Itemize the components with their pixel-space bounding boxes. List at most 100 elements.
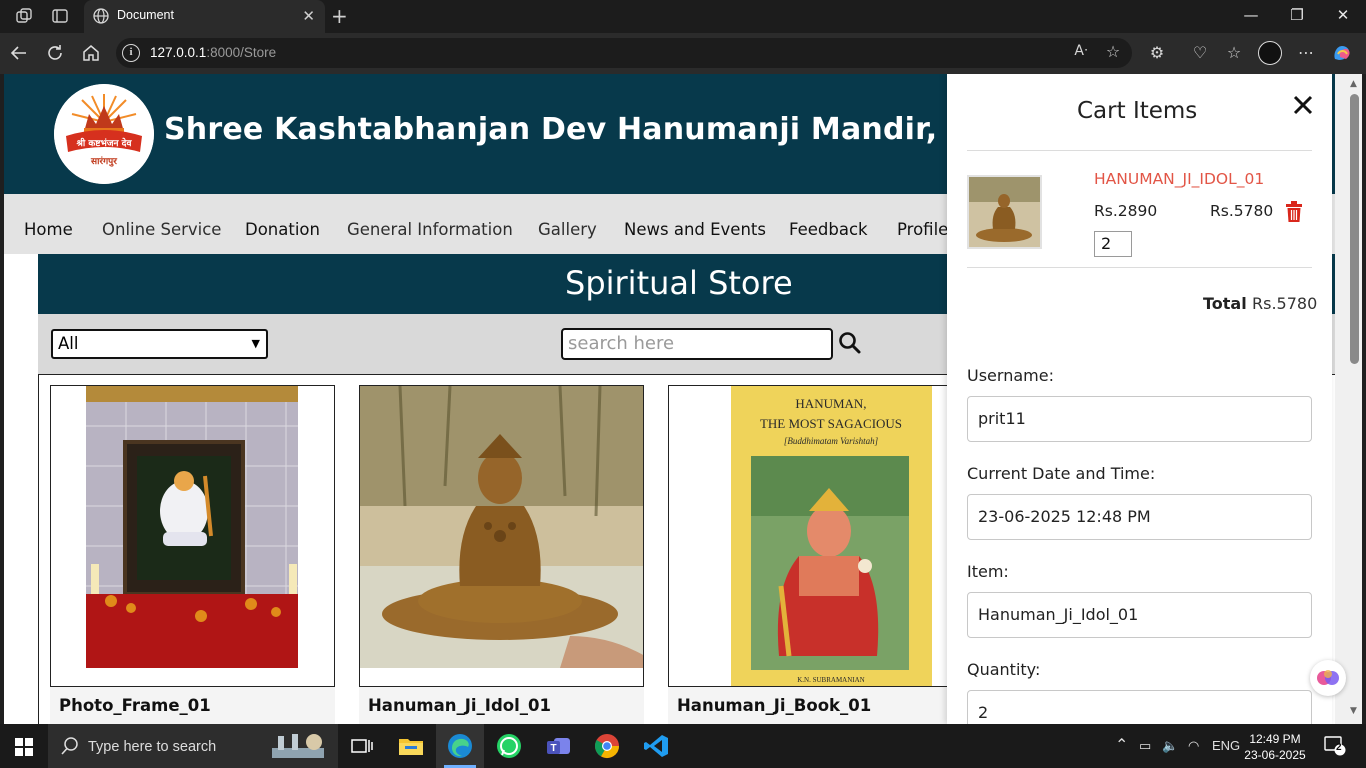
url-text: 127.0.0.1:8000/Store [150,45,277,60]
browser-titlebar: Document ✕ + — ❐ ✕ [0,0,1366,33]
extensions-icon[interactable]: ⚙ [1146,43,1168,62]
cart-total-value: Rs.5780 [1252,294,1318,313]
svg-text:श्री कष्टभंजन देव: श्री कष्टभंजन देव [76,137,133,149]
nav-profile[interactable]: Profile [897,220,948,239]
home-icon[interactable] [81,43,101,63]
favorites-icon[interactable]: ☆ [1223,43,1245,62]
read-aloud-icon[interactable]: Aᐧ [1070,43,1092,59]
clock[interactable]: 12:49 PM 23-06-2025 [1243,731,1307,763]
globe-icon [92,7,110,25]
more-options-icon[interactable]: ⋯ [1295,43,1317,62]
battery-icon[interactable]: ▭ [1139,738,1151,754]
search-highlight-icon [268,730,328,766]
svg-text:सारंगपुर: सारंगपुर [90,156,117,167]
copilot-icon[interactable] [1331,43,1353,67]
tab-actions-icon[interactable] [51,7,69,25]
product-card[interactable]: Photo_Frame_01 [50,385,335,724]
teams-icon[interactable]: T [544,732,572,760]
nav-online-service[interactable]: Online Service [102,220,221,239]
tab-close-icon[interactable]: ✕ [302,7,315,25]
browser-essentials-icon[interactable]: ♡ [1189,43,1211,62]
datetime-field[interactable]: 23-06-2025 12:48 PM [967,494,1312,540]
quantity-field[interactable]: 2 [967,690,1312,724]
close-icon[interactable] [1292,94,1314,116]
taskbar-search-box[interactable]: Type here to search [48,724,338,768]
product-card[interactable]: Hanuman_Ji_Idol_01 [359,385,644,724]
search-icon[interactable] [838,331,862,355]
temple-logo[interactable]: श्री कष्टभंजन देव सारंगपुर [54,84,154,184]
svg-text:THE MOST SAGACIOUS: THE MOST SAGACIOUS [760,416,902,431]
cart-item-name[interactable]: HANUMAN_JI_IDOL_01 [1094,170,1264,188]
product-name: Hanuman_Ji_Book_01 [668,687,953,724]
page-viewport: श्री कष्टभंजन देव सारंगपुर Shree Kashtab… [4,74,1362,724]
svg-text:HANUMAN,: HANUMAN, [795,396,866,411]
address-bar[interactable]: i 127.0.0.1:8000/Store Aᐧ ☆ [116,38,1132,68]
cart-total-label: Total [1203,294,1247,313]
whatsapp-icon[interactable] [495,732,523,760]
cart-title: Cart Items [1077,98,1198,124]
task-view-icon[interactable] [348,732,376,760]
divider [967,150,1312,151]
nav-donation[interactable]: Donation [245,220,320,239]
cart-quantity-input[interactable]: 2 [1094,231,1132,257]
wifi-icon[interactable]: ◠ [1188,738,1199,754]
store-title: Spiritual Store [565,264,793,302]
product-image [359,385,644,687]
quantity-label: Quantity: [967,660,1041,679]
nav-feedback[interactable]: Feedback [789,220,868,239]
new-tab-icon[interactable]: + [331,4,348,28]
product-card[interactable]: HANUMAN, THE MOST SAGACIOUS [Buddhimatam… [668,385,953,724]
profile-avatar[interactable] [1258,41,1282,65]
search-icon [60,736,80,760]
nav-general-information[interactable]: General Information [347,220,513,239]
minimize-icon[interactable]: — [1241,6,1261,24]
trash-icon[interactable] [1285,201,1303,223]
product-name: Photo_Frame_01 [50,687,335,724]
svg-text:K.N. SUBRAMANIAN: K.N. SUBRAMANIAN [797,676,864,684]
datetime-label: Current Date and Time: [967,464,1156,483]
product-name: Hanuman_Ji_Idol_01 [359,687,644,724]
chrome-icon[interactable] [593,732,621,760]
favorite-star-icon[interactable]: ☆ [1102,42,1124,61]
search-input[interactable]: search here [561,328,833,360]
chevron-up-icon[interactable]: ⌃ [1115,735,1128,755]
scroll-up-icon[interactable]: ▲ [1350,79,1357,89]
language-indicator[interactable]: ENG [1212,738,1240,753]
category-select[interactable]: All ▼ [51,329,268,359]
divider [967,267,1312,268]
product-image [50,385,335,687]
back-arrow-icon[interactable] [9,43,29,63]
product-image: HANUMAN, THE MOST SAGACIOUS [Buddhimatam… [668,385,953,687]
nav-home[interactable]: Home [24,220,73,239]
item-field[interactable]: Hanuman_Ji_Idol_01 [967,592,1312,638]
volume-icon[interactable]: 🔈 [1162,738,1178,754]
copilot-float-icon[interactable] [1310,660,1346,696]
nav-news-and-events[interactable]: News and Events [624,220,766,239]
tab-title: Document [117,8,174,22]
cart-item-subtotal: Rs.5780 [1210,202,1274,220]
windows-taskbar: Type here to search T ⌃ ▭ 🔈 ◠ ENG 12:49 … [0,724,1366,768]
windows-start-icon[interactable] [15,738,33,760]
item-label: Item: [967,562,1009,581]
scroll-down-icon[interactable]: ▼ [1350,706,1357,716]
site-info-icon[interactable]: i [122,44,140,62]
file-explorer-icon[interactable] [397,732,425,760]
nav-gallery[interactable]: Gallery [538,220,597,239]
scrollbar-thumb[interactable] [1350,94,1359,364]
edge-browser-icon[interactable] [446,732,474,760]
cart-item-price: Rs.2890 [1094,202,1158,220]
username-field[interactable]: prit11 [967,396,1312,442]
svg-text:[Buddhimatam Varishtah]: [Buddhimatam Varishtah] [784,436,879,446]
notifications-icon[interactable]: 2 [1324,736,1346,760]
window-close-icon[interactable]: ✕ [1333,6,1353,24]
svg-text:T: T [550,743,556,754]
cart-panel: Cart Items HANUMAN_JI_IDOL_01 Rs.2890 Rs… [947,74,1332,724]
workspaces-icon[interactable] [15,7,33,25]
cart-item-image [967,175,1042,249]
restore-icon[interactable]: ❐ [1287,6,1307,24]
vscode-icon[interactable] [642,732,670,760]
tab-document[interactable]: Document ✕ [84,0,325,33]
browser-toolbar: i 127.0.0.1:8000/Store Aᐧ ☆ ⚙ ♡ ☆ ⋯ [0,33,1366,74]
chevron-down-icon: ▼ [251,337,260,350]
refresh-icon[interactable] [45,43,65,63]
